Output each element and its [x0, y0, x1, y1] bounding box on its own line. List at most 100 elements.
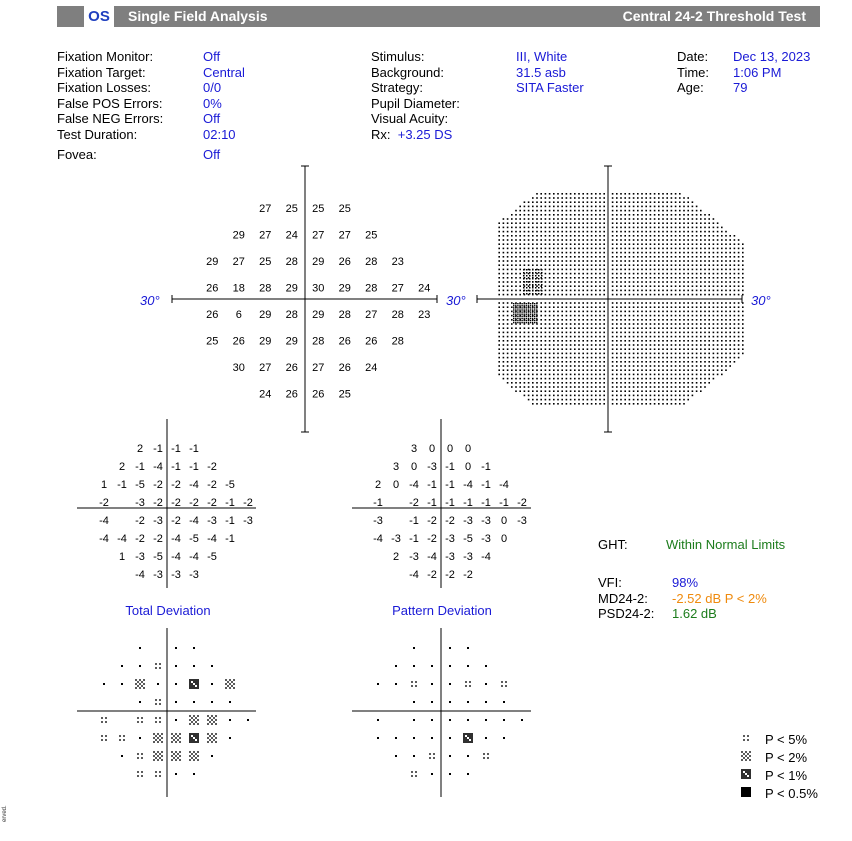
grayscale-dot	[632, 251, 635, 254]
grayscale-dot	[515, 260, 517, 262]
grayscale-dot	[616, 277, 618, 279]
grayscale-dot	[632, 382, 635, 384]
grayscale-dot	[544, 340, 547, 342]
grayscale-dot	[733, 344, 736, 346]
grayscale-dot	[616, 193, 618, 195]
grayscale-dot	[616, 285, 618, 287]
total-prob-dot	[229, 701, 231, 703]
grayscale-mid-dot	[532, 275, 534, 277]
grayscale-dot	[561, 327, 563, 329]
grayscale-dot	[599, 277, 601, 279]
grayscale-dot	[624, 340, 626, 342]
grayscale-dot	[653, 327, 656, 329]
grayscale-dot	[611, 260, 614, 262]
grayscale-dot	[628, 302, 631, 304]
grayscale-dot	[716, 243, 719, 245]
grayscale-dot	[632, 356, 635, 359]
grayscale-dot	[548, 247, 551, 250]
grayscale-dot	[645, 386, 647, 388]
grayscale-dot	[649, 268, 652, 271]
grayscale-dot	[691, 277, 694, 279]
grayscale-dot	[595, 289, 597, 292]
grayscale-dot	[733, 310, 736, 313]
grayscale-dark-dot	[531, 319, 534, 322]
grayscale-dot	[511, 277, 513, 279]
grayscale-dot	[700, 344, 702, 346]
grayscale-dot	[662, 361, 664, 363]
total-prob-p2	[225, 679, 227, 681]
grayscale-dot	[515, 235, 517, 237]
grayscale-dot	[574, 226, 576, 229]
grayscale-dot	[683, 344, 685, 346]
grayscale-dot	[586, 193, 589, 195]
pattern-dev-value: -1	[499, 497, 509, 509]
grayscale-dot	[679, 310, 681, 313]
grayscale-dot	[653, 247, 656, 250]
grayscale-dot	[632, 214, 635, 216]
grayscale-dot	[708, 218, 710, 220]
total-prob-dot	[175, 701, 177, 703]
total-dev-value: -2	[171, 515, 181, 527]
grayscale-dot	[742, 314, 744, 317]
grayscale-dot	[733, 352, 736, 355]
grayscale-dot	[548, 403, 551, 405]
grayscale-dot	[687, 277, 689, 279]
grayscale-dot	[691, 377, 694, 380]
grayscale-dot	[691, 356, 694, 359]
grayscale-dot	[544, 226, 547, 229]
grayscale-dot	[611, 268, 614, 271]
grayscale-dot	[620, 340, 622, 342]
grayscale-dot	[658, 323, 660, 325]
grayscale-dot	[523, 331, 526, 334]
total-prob-p2	[207, 741, 209, 743]
legend-p1	[743, 769, 745, 771]
pattern-dev-value: -2	[409, 497, 419, 509]
grayscale-dot	[515, 348, 517, 350]
grayscale-dot	[721, 327, 723, 329]
grayscale-dot	[683, 323, 685, 325]
grayscale-dot	[586, 348, 589, 350]
grayscale-dot	[674, 268, 677, 271]
total-dev-value: -4	[207, 533, 217, 545]
grayscale-dot	[498, 373, 500, 376]
grayscale-dot	[527, 386, 530, 388]
grayscale-dot	[532, 243, 534, 245]
grayscale-dot	[695, 247, 698, 250]
grayscale-dot	[670, 214, 673, 216]
grayscale-dot	[674, 256, 677, 258]
legend-p2	[749, 751, 751, 753]
grayscale-dot	[653, 272, 656, 275]
grayscale-dot	[557, 327, 559, 329]
pattern-dev-value: -3	[409, 551, 419, 563]
grayscale-dot	[737, 344, 740, 346]
grayscale-dot	[670, 398, 673, 401]
grayscale-dot	[716, 235, 719, 237]
grayscale-dot	[599, 230, 601, 233]
grayscale-dot	[569, 239, 572, 241]
grayscale-dot	[527, 201, 530, 203]
grayscale-dot	[511, 356, 513, 359]
grayscale-dot	[687, 319, 689, 321]
grayscale-dark-dot	[527, 321, 530, 324]
grayscale-dot	[515, 264, 517, 266]
grayscale-dot	[515, 218, 517, 220]
grayscale-dot	[506, 247, 509, 250]
grayscale-dark-dot	[536, 309, 538, 311]
grayscale-dot	[666, 289, 668, 292]
grayscale-dot	[721, 331, 723, 334]
grayscale-dot	[511, 289, 513, 292]
grayscale-dot	[561, 302, 563, 304]
grayscale-dark-dot	[536, 305, 538, 307]
grayscale-dot	[641, 205, 643, 208]
threshold-value: 29	[259, 309, 271, 321]
grayscale-dot	[674, 344, 677, 346]
grayscale-dot	[603, 335, 605, 338]
grayscale-dot	[700, 331, 702, 334]
grayscale-dot	[599, 218, 601, 220]
grayscale-dot	[653, 251, 656, 254]
grayscale-dot	[578, 193, 580, 195]
grayscale-dot	[637, 264, 639, 266]
pattern-dev-value: -1	[409, 533, 419, 545]
grayscale-dot	[548, 365, 551, 367]
grayscale-dot	[687, 340, 689, 342]
